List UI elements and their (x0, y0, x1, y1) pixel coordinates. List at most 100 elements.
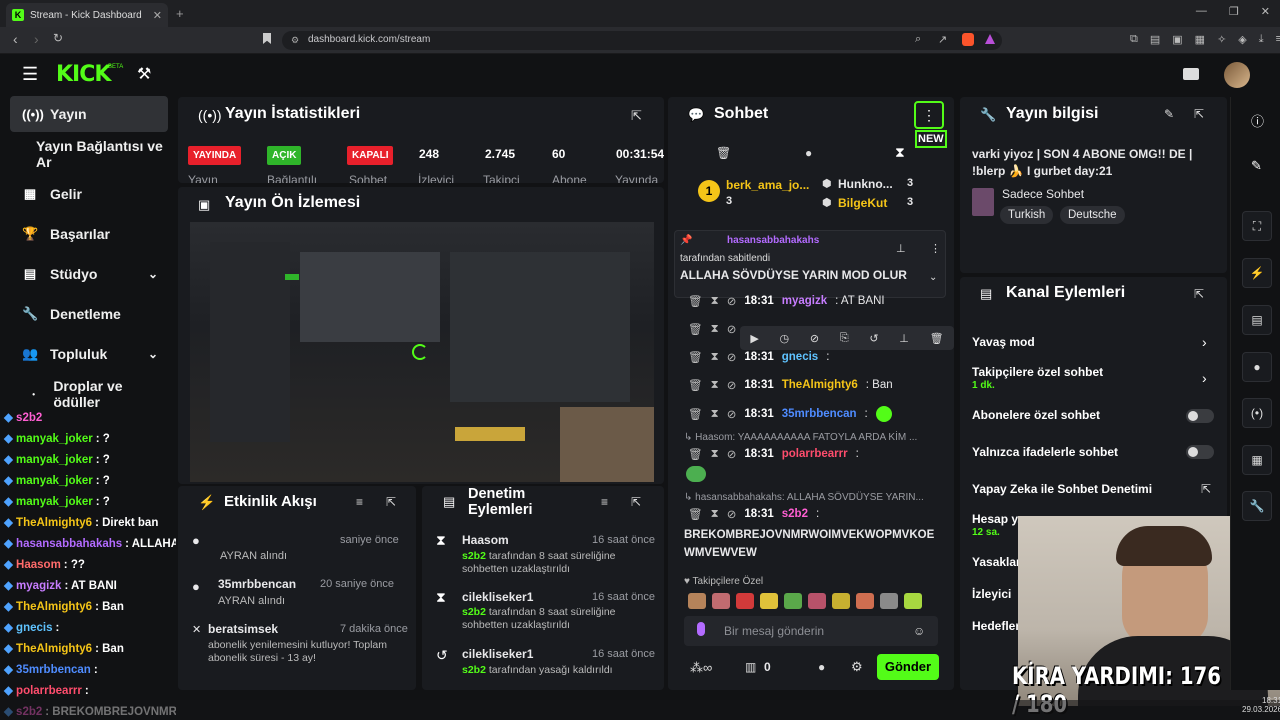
chat-icon[interactable]: ● (1242, 352, 1272, 382)
hamburger-menu-icon[interactable]: ☰ (22, 64, 38, 85)
chat-message[interactable]: 🗑 ⧗ ⊘ 18:31 gnecis: (688, 350, 829, 365)
chat-message[interactable]: 🗑 ⧗ ⊘ 18:31 s2b2: (688, 507, 819, 522)
edit-icon[interactable]: ✎ (1251, 158, 1262, 174)
popout-icon[interactable]: ⇱ (631, 108, 642, 124)
chevron-right-icon[interactable]: › (1202, 370, 1207, 386)
popout-icon[interactable]: ⇱ (1194, 287, 1204, 301)
chat-bubble-icon[interactable]: ● (805, 146, 812, 160)
leo-icon[interactable]: ✧ (1217, 33, 1226, 46)
sidebar-toggle-icon[interactable]: ▣ (1172, 33, 1182, 46)
copy-icon[interactable]: ⎘ (840, 332, 849, 345)
brave-shield-icon[interactable] (962, 33, 974, 46)
minimize-icon[interactable]: — (1196, 5, 1207, 18)
chat-message[interactable]: 🗑 ⧗ ⊘ (688, 322, 736, 337)
user-avatar[interactable] (1224, 62, 1250, 88)
goals-label[interactable]: Hedefler (972, 619, 1020, 633)
sidebar-item-studyo[interactable]: ▤ Stüdyo ⌄ (10, 256, 168, 292)
sidebar-item-gelir[interactable]: ▦ Gelir (10, 176, 168, 212)
chat-message[interactable]: 🗑 ⧗ ⊘ 18:31 myagizk: AT BANI (688, 294, 885, 309)
play-icon[interactable]: ▶ (750, 332, 758, 345)
leader-user[interactable]: BilgeKut (838, 196, 887, 210)
overlay-chat-user: TheAlmighty6 (16, 601, 93, 613)
extensions-icon[interactable]: ⧉ (1130, 33, 1138, 46)
wallet-icon[interactable]: ▦ (1195, 33, 1205, 46)
microphone-icon[interactable] (697, 622, 705, 636)
modactions-title: Denetim Eylemleri (468, 486, 533, 518)
chat-bubble-icon[interactable]: ● (818, 660, 825, 674)
filter-icon[interactable]: ≡ (356, 495, 363, 509)
popout-icon[interactable]: ⇱ (631, 495, 641, 509)
emote-icon (808, 593, 826, 609)
brave-rewards-icon[interactable] (985, 34, 995, 44)
community-icon[interactable]: ⁂∞ (690, 660, 712, 676)
reload-icon[interactable]: ↻ (53, 31, 63, 45)
close-window-icon[interactable]: ✕ (1261, 5, 1270, 18)
more-icon[interactable]: ⋮ (930, 242, 941, 255)
pin-icon[interactable]: ⊥ (899, 332, 909, 345)
site-info-icon[interactable]: ⚙ (291, 35, 299, 46)
chat-message[interactable]: 🗑 ⧗ ⊘ 18:31 polarrbearrr: (688, 447, 859, 462)
creator-icon[interactable] (1183, 68, 1199, 80)
kick-logo[interactable]: KICK (56, 62, 111, 87)
chevron-right-icon[interactable]: › (1202, 334, 1207, 350)
trash-icon[interactable]: 🗑 (930, 332, 944, 345)
emote-chat-toggle[interactable] (1186, 445, 1214, 459)
leader-user[interactable]: Hunkno... (838, 177, 893, 191)
hourglass-icon[interactable]: ⧗ (895, 144, 905, 161)
capture-icon[interactable]: ⛶ (1242, 211, 1272, 241)
sidebar-item-connection[interactable]: Yayın Bağlantısı ve Ar (10, 136, 168, 172)
popout-icon[interactable]: ⇱ (386, 495, 396, 509)
wrench-icon[interactable]: 🔧 (1242, 491, 1272, 521)
hammer-icon[interactable]: ⚒ (137, 64, 151, 84)
new-tab-icon[interactable]: + (176, 6, 184, 21)
category-name[interactable]: Sadece Sohbet (1002, 187, 1084, 201)
overlay-chat-line: ◆ myagizk: AT BANI (4, 578, 117, 592)
download-icon[interactable]: ⤓ (1259, 33, 1264, 46)
settings-icon[interactable]: ⚙ (851, 659, 863, 675)
browser-tab[interactable]: K Stream - Kick Dashboard ✕ (6, 3, 168, 27)
external-link-icon[interactable]: ⇱ (1201, 482, 1211, 496)
subs-chat-toggle[interactable] (1186, 409, 1214, 423)
bans-label[interactable]: Yasaklar (972, 555, 1021, 569)
sidebar-item-topluluk[interactable]: 👥 Topluluk ⌄ (10, 336, 168, 372)
hide-icon[interactable]: ⊘ (810, 332, 819, 345)
close-tab-icon[interactable]: ✕ (153, 9, 162, 22)
sidebar-item-yayin[interactable]: ((•)) Yayın (10, 96, 168, 132)
unpin-icon[interactable]: ⊥ (896, 242, 906, 255)
url-field[interactable]: dashboard.kick.com/stream (282, 31, 1002, 50)
channel-icon[interactable]: ▦ (1242, 445, 1272, 475)
maximize-icon[interactable]: ❐ (1229, 5, 1239, 18)
share-icon[interactable]: ↗ (938, 33, 947, 46)
filter-icon[interactable]: ≡ (601, 495, 608, 509)
sidebar-item-denetleme[interactable]: 🔧 Denetleme (10, 296, 168, 332)
popout-icon[interactable]: ⇱ (1194, 107, 1204, 121)
back-icon[interactable]: ‹ (13, 31, 18, 47)
ai-moderation-label[interactable]: Yapay Zeka ile Sohbet Denetimi (972, 482, 1152, 496)
reader-icon[interactable]: ▤ (1150, 33, 1160, 46)
chat-message[interactable]: 🗑 ⧗ ⊘ 18:31 35mrbbencan: (688, 406, 892, 422)
chest-icon[interactable]: ▥ (745, 660, 756, 674)
zoom-icon[interactable]: ⌕ (915, 33, 921, 46)
followers-chat-label[interactable]: Takipçilere özel sohbet (972, 365, 1103, 379)
lightning-icon[interactable]: ⚡ (1242, 258, 1272, 288)
stream-preview-video[interactable] (190, 222, 654, 482)
clock-icon[interactable]: ◷ (780, 332, 790, 345)
viewers-label[interactable]: İzleyici (972, 587, 1011, 601)
broadcast-icon[interactable]: (•) (1242, 398, 1272, 428)
vpn-icon[interactable]: ◈ (1238, 33, 1246, 46)
emoji-icon[interactable]: ☺ (913, 624, 925, 638)
info-icon[interactable]: ⓘ (1251, 111, 1264, 130)
chat-menu-button[interactable]: ⋮ (914, 101, 944, 129)
notes-icon[interactable]: ▤ (1242, 305, 1272, 335)
undo-icon[interactable]: ↺ (869, 332, 878, 345)
leader-user[interactable]: berk_ama_jo... (726, 178, 809, 192)
menu-icon[interactable]: ≡ (1276, 33, 1280, 46)
send-button[interactable]: Gönder (877, 654, 939, 680)
trash-icon[interactable]: 🗑 (716, 146, 731, 160)
slow-mode-label[interactable]: Yavaş mod (972, 335, 1035, 349)
forward-icon[interactable]: › (34, 31, 39, 47)
sidebar-item-basarilar[interactable]: 🏆 Başarılar (10, 216, 168, 252)
edit-icon[interactable]: ✎ (1164, 107, 1174, 121)
chevron-down-icon[interactable]: ⌄ (929, 272, 937, 283)
chat-message[interactable]: 🗑 ⧗ ⊘ 18:31 TheAlmighty6: Ban (688, 378, 893, 393)
